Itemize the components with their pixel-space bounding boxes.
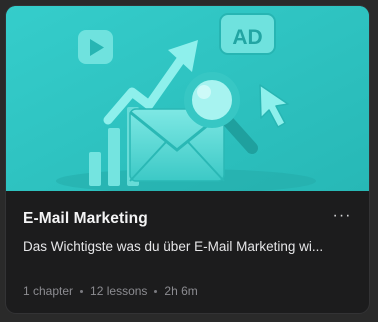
course-title[interactable]: E-Mail Marketing [23, 210, 148, 228]
thumbnail-illustration: AD [6, 6, 369, 191]
lesson-count: 12 lessons [90, 284, 148, 298]
separator-dot [154, 289, 158, 293]
chapter-count: 1 chapter [23, 284, 74, 298]
course-duration: 2h 6m [164, 284, 198, 298]
play-icon [78, 30, 113, 64]
course-description: Das Wichtigste was du über E-Mail Market… [23, 239, 324, 254]
course-meta: 1 chapter 12 lessons 2h 6m [23, 284, 198, 298]
more-options-button[interactable]: ··· [331, 208, 353, 228]
separator-dot [80, 289, 84, 293]
ad-badge-label: AD [232, 26, 262, 49]
course-card[interactable]: AD E-Mail Marketing ··· Das Wichtigste w… [5, 5, 370, 314]
course-thumbnail[interactable]: AD [6, 6, 369, 191]
